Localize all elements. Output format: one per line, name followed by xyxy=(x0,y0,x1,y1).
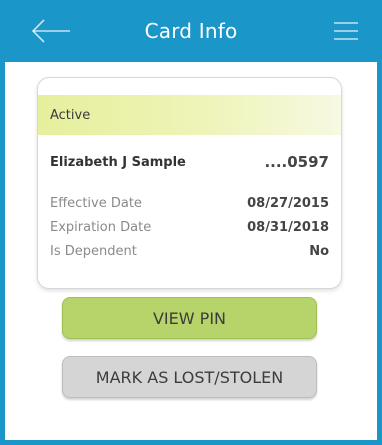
detail-label: Is Dependent xyxy=(50,243,137,259)
member-name: Elizabeth J Sample xyxy=(50,154,186,170)
detail-value: 08/27/2015 xyxy=(247,195,329,211)
menu-button[interactable] xyxy=(333,20,359,42)
detail-row-is-dependent: Is Dependent No xyxy=(50,241,329,261)
page-title: Card Info xyxy=(144,19,238,43)
mark-lost-stolen-button[interactable]: MARK AS LOST/STOLEN xyxy=(62,356,317,398)
header-bar: Card Info xyxy=(5,0,377,62)
arrow-left-icon xyxy=(31,19,70,43)
detail-row-expiration-date: Expiration Date 08/31/2018 xyxy=(50,217,329,237)
detail-label: Expiration Date xyxy=(50,219,152,235)
card-holder-row: Elizabeth J Sample ....0597 xyxy=(50,150,329,174)
card-info-panel: Active Elizabeth J Sample ....0597 Effec… xyxy=(37,77,342,289)
detail-value: 08/31/2018 xyxy=(247,219,329,235)
card-status: Active xyxy=(50,107,91,123)
hamburger-menu-icon xyxy=(334,22,358,40)
view-pin-button[interactable]: VIEW PIN xyxy=(62,297,317,339)
app-frame: Card Info Active Elizabeth J Sample ....… xyxy=(0,0,382,445)
detail-row-effective-date: Effective Date 08/27/2015 xyxy=(50,193,329,213)
card-number: ....0597 xyxy=(264,153,329,171)
status-band: Active xyxy=(38,95,341,135)
detail-label: Effective Date xyxy=(50,195,142,211)
back-button[interactable] xyxy=(30,18,72,44)
detail-value: No xyxy=(309,243,329,259)
